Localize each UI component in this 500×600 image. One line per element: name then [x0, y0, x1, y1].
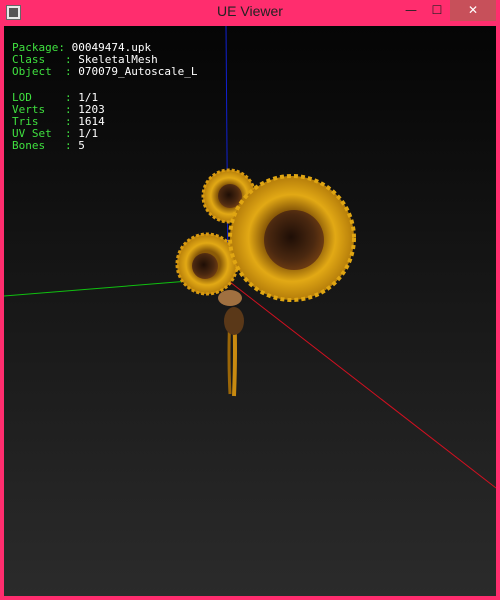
minimize-button[interactable]: — [398, 0, 424, 21]
info-object-label: Object : [12, 65, 79, 78]
info-object-value: 070079_Autoscale_L [78, 65, 198, 78]
title-bar[interactable]: UE Viewer — ☐ ✕ [0, 0, 500, 26]
close-button[interactable]: ✕ [450, 0, 496, 21]
x-axis-line [229, 281, 496, 489]
3d-viewport[interactable]: Package: 00049474.upk Class : SkeletalMe… [4, 26, 496, 596]
sunflower-bouquet [175, 168, 356, 397]
info-bones-value: 5 [78, 139, 85, 152]
maximize-button[interactable]: ☐ [424, 0, 450, 21]
sunflower-large [228, 174, 356, 302]
sunflower-small-left [175, 232, 239, 296]
info-bones-label: Bones : [12, 139, 79, 152]
app-window: UE Viewer — ☐ ✕ Package: 00049474.upk Cl… [0, 0, 500, 600]
info-bones-row: Bones : 5 [12, 140, 197, 152]
info-object-row: Object : 070079_Autoscale_L [12, 66, 197, 78]
mesh-info-panel: Package: 00049474.upk Class : SkeletalMe… [12, 42, 197, 152]
